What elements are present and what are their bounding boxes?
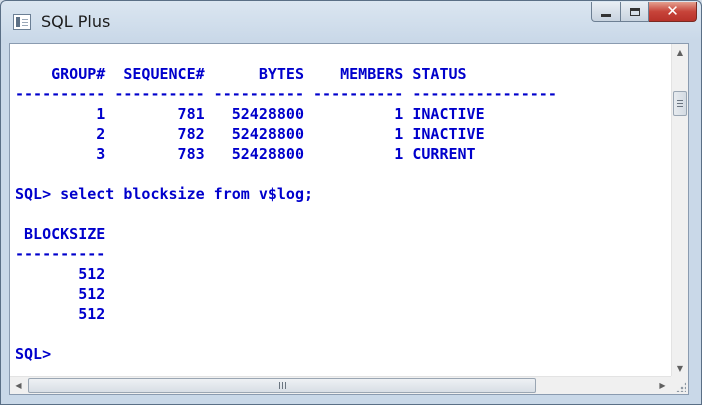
console-line: 512 (15, 265, 106, 283)
vertical-scroll-thumb[interactable] (673, 91, 687, 116)
console-line: 512 (15, 305, 106, 323)
close-icon: ✕ (666, 2, 679, 20)
maximize-button[interactable] (621, 2, 649, 22)
console-line: GROUP# SEQUENCE# BYTES MEMBERS STATUS (15, 65, 467, 83)
resize-grip-icon[interactable] (676, 382, 686, 392)
horizontal-scrollbar[interactable]: ◀ ▶ (10, 376, 671, 394)
vertical-scrollbar[interactable]: ▲ ▼ (671, 44, 688, 377)
scroll-down-icon[interactable]: ▼ (672, 360, 688, 377)
console-prompt[interactable]: SQL> (15, 344, 670, 364)
scroll-right-icon[interactable]: ▶ (654, 377, 671, 394)
scroll-up-icon[interactable]: ▲ (672, 44, 688, 61)
horizontal-scroll-thumb[interactable] (28, 378, 536, 393)
caption-buttons: ✕ (591, 2, 697, 30)
close-button[interactable]: ✕ (649, 2, 697, 22)
console-line: ---------- ---------- ---------- -------… (15, 85, 557, 103)
console-line: BLOCKSIZE (15, 225, 106, 243)
console-line: 3 783 52428800 1 CURRENT (15, 145, 476, 163)
console-line: ---------- (15, 245, 106, 263)
console-area[interactable]: GROUP# SEQUENCE# BYTES MEMBERS STATUS --… (9, 43, 689, 395)
app-icon[interactable] (13, 14, 31, 30)
console-line: 2 782 52428800 1 INACTIVE (15, 125, 485, 143)
resize-corner[interactable] (671, 376, 688, 394)
title-bar[interactable]: SQL Plus ✕ (1, 1, 701, 43)
minimize-icon (601, 13, 611, 17)
minimize-button[interactable] (591, 2, 621, 22)
console-line: 512 (15, 285, 106, 303)
window-title: SQL Plus (41, 12, 111, 31)
console-output[interactable]: GROUP# SEQUENCE# BYTES MEMBERS STATUS --… (15, 44, 670, 373)
console-line: 1 781 52428800 1 INACTIVE (15, 105, 485, 123)
sqlplus-window: SQL Plus ✕ GROUP# SEQUENCE# BYTES MEMBER… (0, 0, 702, 405)
scroll-left-icon[interactable]: ◀ (10, 377, 27, 394)
maximize-icon (629, 7, 640, 16)
console-line: SQL> select blocksize from v$log; (15, 185, 314, 203)
